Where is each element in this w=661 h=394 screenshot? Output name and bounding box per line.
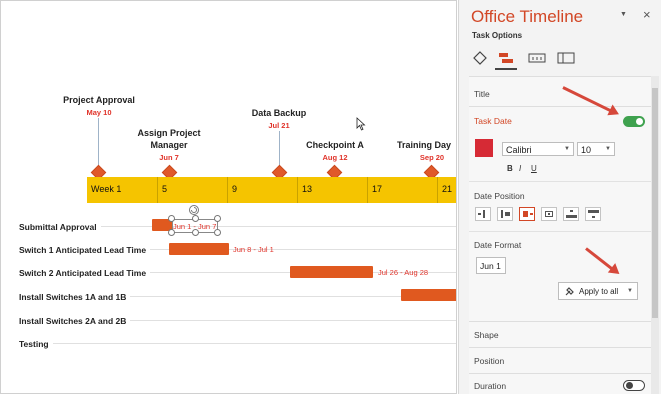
font-family-value: Calibri [506, 145, 532, 155]
task-label[interactable]: Switch 1 Anticipated Lead Time [19, 245, 151, 255]
close-icon[interactable]: × [643, 7, 651, 22]
milestone-date: Sep 20 [419, 153, 445, 162]
resize-handle[interactable] [214, 215, 221, 222]
timescale-icon[interactable] [526, 49, 548, 67]
timescale-label: 9 [227, 177, 237, 203]
date-position-above[interactable] [563, 207, 579, 221]
task-date-label[interactable]: Jul 26 - Aug 28 [378, 268, 428, 277]
milestone-stem [279, 131, 280, 169]
font-family-select[interactable]: Calibri ▼ [502, 142, 574, 156]
date-position-below[interactable] [585, 207, 601, 221]
row-divider [19, 343, 456, 344]
swimlane-icon[interactable] [555, 49, 577, 67]
date-color-swatch[interactable] [475, 139, 493, 157]
date-format-field[interactable]: Jun 1 [476, 257, 506, 274]
task-bar-icon[interactable] [495, 49, 517, 67]
font-size-select[interactable]: 10 ▼ [577, 142, 615, 156]
timescale-band[interactable]: Week 1 5 9 13 17 21 [87, 177, 456, 203]
date-position-right-inside[interactable] [519, 207, 535, 221]
chevron-down-icon: ▼ [627, 288, 633, 294]
task-date-label: Task Date [474, 116, 512, 126]
timescale-label: Week 1 [91, 184, 122, 194]
office-timeline-pane: Office Timeline ▼ × Task Options Title T… [458, 0, 661, 394]
italic-button[interactable]: I [519, 164, 521, 173]
milestone-stem [98, 118, 99, 170]
position-section-label: Position [474, 356, 505, 366]
pane-body: Title Task Date Calibri ▼ 10 ▼ B I U Dat… [469, 76, 651, 394]
underline-button[interactable]: U [531, 164, 537, 173]
timescale-label: 13 [297, 177, 312, 203]
apply-to-all-label: Apply to all [579, 287, 619, 296]
task-label[interactable]: Testing [19, 339, 53, 349]
task-date-section: Task Date Calibri ▼ 10 ▼ B I U Date Posi… [469, 106, 651, 321]
chevron-down-icon: ▼ [564, 146, 570, 152]
milestone-date: Jun 7 [159, 153, 179, 162]
milestone-date: Aug 12 [322, 153, 348, 162]
task-options-header: Task Options [472, 31, 523, 40]
milestone-title[interactable]: Checkpoint A [295, 139, 375, 151]
resize-handle[interactable] [168, 215, 175, 222]
title-section-label: Title [474, 89, 490, 99]
shape-section-label: Shape [474, 330, 499, 340]
date-format-label: Date Format [474, 240, 522, 250]
duration-label: Duration [474, 381, 507, 391]
scroll-thumb[interactable] [652, 88, 658, 318]
date-position-left-outside[interactable] [475, 207, 491, 221]
resize-handle[interactable] [168, 229, 175, 236]
diamond-icon[interactable] [469, 49, 491, 67]
resize-handle[interactable] [214, 229, 221, 236]
apply-to-all-button[interactable]: Apply to all ▼ [558, 282, 638, 300]
milestone-title[interactable]: Project Approval [59, 94, 139, 106]
task-label[interactable]: Switch 2 Anticipated Lead Time [19, 268, 151, 278]
milestone-date: May 10 [86, 108, 112, 117]
timescale-label: 5 [157, 177, 167, 203]
slide-canvas[interactable]: Project Approval May 10 Assign Project M… [0, 0, 457, 394]
task-date-label[interactable]: Jun 8 - Jul 1 [233, 245, 274, 254]
timescale-label: 17 [367, 177, 382, 203]
task-label[interactable]: Submittal Approval [19, 222, 101, 232]
task-label[interactable]: Install Switches 2A and 2B [19, 316, 131, 326]
shape-section[interactable]: Shape [469, 321, 651, 347]
chevron-down-icon[interactable]: ▼ [620, 11, 627, 18]
milestone-title[interactable]: Assign Project Manager [127, 127, 211, 151]
position-section[interactable]: Position [469, 347, 651, 373]
duration-section: Duration [469, 373, 651, 394]
chevron-down-icon: ▼ [605, 146, 611, 152]
duration-toggle[interactable] [623, 380, 645, 391]
mouse-cursor-icon [356, 117, 366, 131]
divider [469, 231, 651, 232]
milestone-date: Jul 21 [268, 121, 290, 130]
divider [469, 181, 651, 182]
task-bar[interactable] [401, 289, 456, 301]
rotate-handle-icon[interactable] [188, 204, 200, 216]
date-position-label: Date Position [474, 191, 525, 201]
font-size-value: 10 [581, 145, 592, 155]
date-position-left-inside[interactable] [497, 207, 513, 221]
task-label[interactable]: Install Switches 1A and 1B [19, 292, 131, 302]
task-bar[interactable] [169, 243, 229, 255]
timescale-label: 21 [437, 177, 452, 203]
task-date-toggle[interactable] [623, 116, 645, 127]
pane-scrollbar[interactable] [651, 76, 659, 394]
milestone-title[interactable]: Training Day [397, 139, 456, 151]
title-section[interactable]: Title [469, 76, 651, 106]
resize-handle[interactable] [192, 229, 199, 236]
active-tab-indicator [495, 68, 517, 70]
pane-title: Office Timeline [471, 7, 584, 26]
paintbrush-icon [565, 287, 574, 296]
task-bar[interactable] [290, 266, 373, 278]
bold-button[interactable]: B [507, 164, 513, 173]
date-position-center[interactable] [541, 207, 557, 221]
milestone-title[interactable]: Data Backup [239, 107, 319, 119]
resize-handle[interactable] [192, 215, 199, 222]
